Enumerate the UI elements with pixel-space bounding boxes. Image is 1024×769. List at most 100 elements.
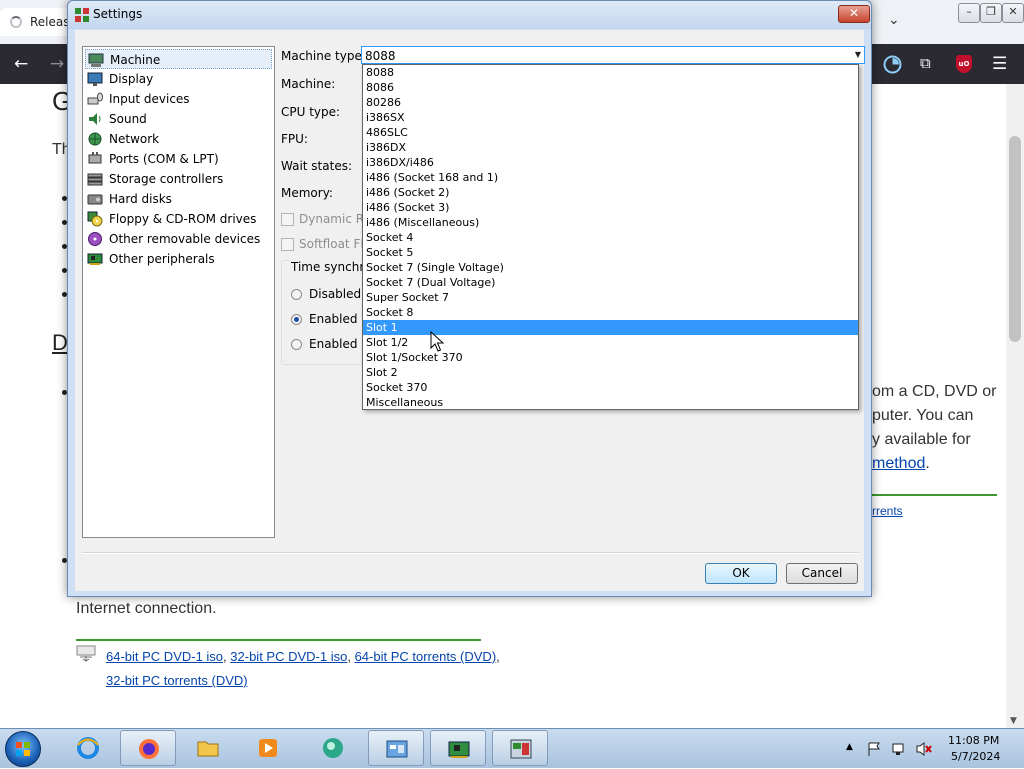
- nav-item-display[interactable]: Display: [85, 69, 272, 89]
- action-center-flag-icon[interactable]: [866, 741, 882, 757]
- taskbar-media-player[interactable]: [240, 730, 296, 766]
- internet-connection-text: Internet connection.: [76, 600, 217, 617]
- dropdown-option[interactable]: Socket 5: [363, 245, 858, 260]
- extensions-puzzle-icon[interactable]: ⧉: [920, 54, 931, 72]
- dynamic-recompiler-checkbox[interactable]: [281, 213, 294, 226]
- scroll-down-arrow-icon[interactable]: ▼: [1010, 716, 1017, 726]
- wait-states-label: Wait states:: [281, 159, 352, 173]
- section-heading-link[interactable]: D: [52, 330, 68, 356]
- dropdown-option[interactable]: 8086: [363, 80, 858, 95]
- nav-item-network[interactable]: Network: [85, 129, 272, 149]
- dialog-close-button[interactable]: ✕: [838, 5, 870, 23]
- dropdown-option-label: i486 (Socket 3): [366, 201, 450, 214]
- dropdown-option[interactable]: Socket 370: [363, 380, 858, 395]
- cancel-button[interactable]: Cancel: [786, 563, 858, 584]
- download-links-line-1: 64-bit PC DVD-1 iso, 32-bit PC DVD-1 iso…: [106, 649, 500, 664]
- clock-time[interactable]: 11:08 PM: [948, 734, 999, 747]
- minimize-button[interactable]: –: [958, 3, 980, 23]
- dropdown-option[interactable]: i386DX/i486: [363, 155, 858, 170]
- dropdown-option[interactable]: i386SX: [363, 110, 858, 125]
- nav-item-other-removable[interactable]: Other removable devices: [85, 229, 272, 249]
- nav-item-storage-controllers[interactable]: Storage controllers: [85, 169, 272, 189]
- start-button[interactable]: [5, 731, 41, 767]
- dropdown-option[interactable]: Socket 7 (Dual Voltage): [363, 275, 858, 290]
- dialog-title: Settings: [93, 7, 143, 21]
- network-status-icon[interactable]: [891, 741, 907, 757]
- taskbar-internet-explorer[interactable]: [60, 730, 116, 766]
- taskbar-86box-settings[interactable]: [492, 730, 548, 766]
- dropdown-option[interactable]: Socket 4: [363, 230, 858, 245]
- nav-item-hard-disks[interactable]: Hard disks: [85, 189, 272, 209]
- nav-item-other-peripherals[interactable]: Other peripherals: [85, 249, 272, 269]
- display-icon: [87, 72, 103, 86]
- dropdown-option[interactable]: i486 (Socket 2): [363, 185, 858, 200]
- download-32bit-dvd-iso-link[interactable]: 32-bit PC DVD-1 iso: [230, 649, 347, 664]
- time-sync-enabled-utc-radio[interactable]: [291, 339, 302, 350]
- nav-item-label: Sound: [109, 112, 147, 126]
- green-divider: [872, 494, 997, 496]
- ok-button[interactable]: OK: [705, 563, 777, 584]
- dropdown-option-label: Slot 1/2: [366, 336, 409, 349]
- taskbar-firefox[interactable]: [120, 730, 176, 766]
- taskbar-circle-app[interactable]: [305, 730, 361, 766]
- machine-type-value: 8088: [365, 49, 396, 63]
- taskbar-86box-machine[interactable]: [430, 730, 486, 766]
- dropdown-option-label: i486 (Socket 168 and 1): [366, 171, 499, 184]
- nav-item-machine[interactable]: Machine: [85, 49, 272, 69]
- download-64bit-dvd-iso-link[interactable]: 64-bit PC DVD-1 iso: [106, 649, 223, 664]
- close-window-button[interactable]: ✕: [1002, 3, 1024, 23]
- dropdown-option[interactable]: Miscellaneous: [363, 395, 858, 410]
- download-32bit-torrents-link[interactable]: 32-bit PC torrents (DVD): [106, 673, 248, 688]
- dropdown-option[interactable]: i486 (Socket 3): [363, 200, 858, 215]
- machine-type-select[interactable]: 8088 ▼: [361, 46, 865, 64]
- back-arrow-icon[interactable]: ←: [14, 54, 28, 74]
- scrollbar-thumb[interactable]: [1009, 136, 1021, 342]
- forward-arrow-icon[interactable]: →: [50, 54, 64, 74]
- dropdown-option[interactable]: i486 (Socket 168 and 1): [363, 170, 858, 185]
- dropdown-option[interactable]: Super Socket 7: [363, 290, 858, 305]
- page-text-line: y available for: [872, 431, 971, 448]
- dropdown-option-label: i386DX: [366, 141, 407, 154]
- dropdown-option[interactable]: Socket 7 (Single Voltage): [363, 260, 858, 275]
- tab-list-chevron-icon[interactable]: ⌄: [888, 12, 900, 28]
- taskbar-control-panel[interactable]: [368, 730, 424, 766]
- page-scrollbar[interactable]: ▼: [1006, 84, 1024, 728]
- nav-item-floppy-cdrom[interactable]: Floppy & CD-ROM drives: [85, 209, 272, 229]
- download-64bit-torrents-link[interactable]: 64-bit PC torrents (DVD): [355, 649, 497, 664]
- dialog-titlebar[interactable]: Settings ✕: [68, 1, 871, 29]
- torrents-link[interactable]: rrents: [872, 504, 903, 518]
- taskbar-file-explorer[interactable]: [180, 730, 236, 766]
- dropdown-option-label: Socket 4: [366, 231, 414, 244]
- show-hidden-icons-arrow[interactable]: ▲: [846, 742, 853, 752]
- page-text-line: method.: [872, 455, 930, 473]
- clock-date[interactable]: 5/7/2024: [951, 750, 1000, 763]
- time-sync-disabled-radio[interactable]: [291, 289, 302, 300]
- dropdown-option[interactable]: i486 (Miscellaneous): [363, 215, 858, 230]
- taskbar: ▲ 11:08 PM 5/7/2024: [0, 728, 1024, 768]
- nav-item-input-devices[interactable]: Input devices: [85, 89, 272, 109]
- method-link[interactable]: method: [872, 455, 925, 472]
- hamburger-menu-icon[interactable]: ☰: [992, 54, 1007, 74]
- time-sync-enabled-local-radio[interactable]: [291, 314, 302, 325]
- ublock-shield-icon[interactable]: uO: [956, 55, 972, 73]
- restore-button[interactable]: ❐: [980, 3, 1002, 23]
- dropdown-option[interactable]: i386DX: [363, 140, 858, 155]
- nav-item-label: Input devices: [109, 92, 190, 106]
- page-text-line: om a CD, DVD or: [872, 383, 997, 400]
- machine-type-label: Machine type:: [281, 49, 366, 63]
- dropdown-option-label: i486 (Miscellaneous): [366, 216, 480, 229]
- softfloat-fpu-checkbox[interactable]: [281, 238, 294, 251]
- media-player-icon: [259, 739, 277, 757]
- keyboard-mouse-icon: [87, 92, 103, 105]
- dropdown-option[interactable]: 8088: [363, 65, 858, 80]
- dropdown-option[interactable]: Slot 2: [363, 365, 858, 380]
- nav-item-sound[interactable]: Sound: [85, 109, 272, 129]
- dropdown-option[interactable]: 80286: [363, 95, 858, 110]
- page-text-line: puter. You can: [872, 407, 974, 424]
- account-circle-icon[interactable]: [883, 55, 902, 74]
- dropdown-option[interactable]: 486SLC: [363, 125, 858, 140]
- volume-muted-icon[interactable]: [915, 741, 933, 757]
- nav-item-ports[interactable]: Ports (COM & LPT): [85, 149, 272, 169]
- browser-tab[interactable]: Releas: [0, 8, 70, 36]
- dropdown-option[interactable]: Socket 8: [363, 305, 858, 320]
